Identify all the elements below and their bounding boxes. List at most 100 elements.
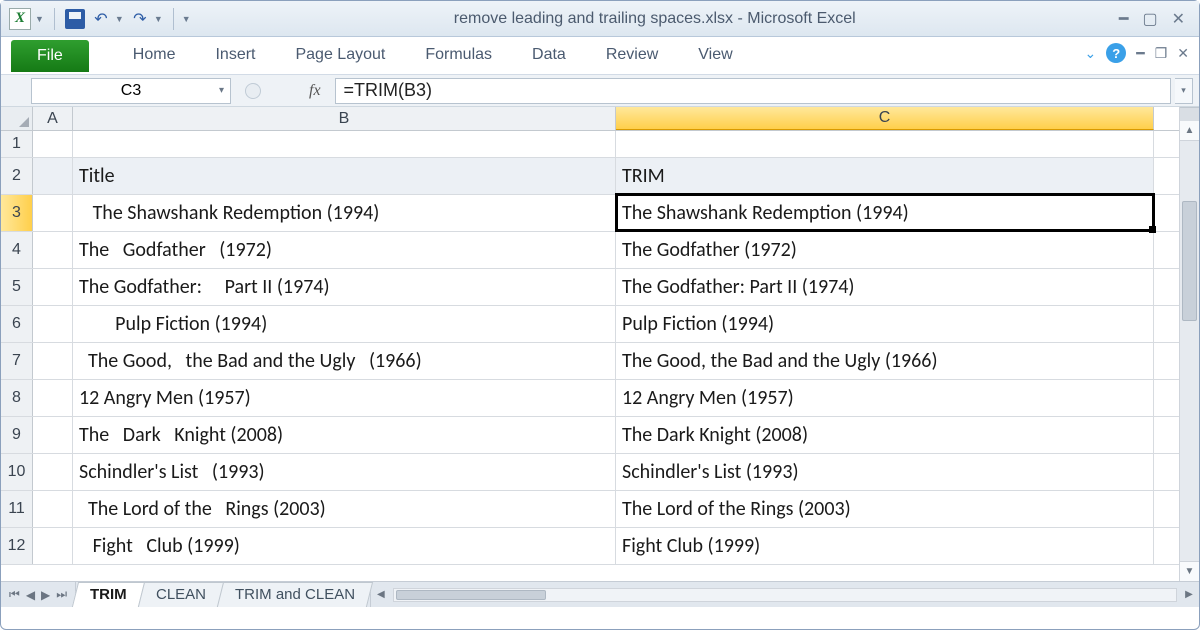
- sheet-nav-last-icon[interactable]: ⏭: [54, 587, 69, 602]
- row-header[interactable]: 11: [1, 491, 33, 527]
- undo-dropdown-icon[interactable]: ▼: [115, 14, 124, 24]
- row-header[interactable]: 5: [1, 269, 33, 305]
- mdi-close-icon[interactable]: ✕: [1177, 45, 1189, 62]
- cell[interactable]: [33, 158, 73, 194]
- cell[interactable]: The Shawshank Redemption (1994): [73, 195, 616, 231]
- cell[interactable]: [33, 269, 73, 305]
- cell[interactable]: The Good, the Bad and the Ugly (1966): [616, 343, 1154, 379]
- cell-trim-header[interactable]: TRIM: [616, 158, 1154, 194]
- sheet-nav-next-icon[interactable]: ▶: [39, 588, 52, 602]
- cell[interactable]: [33, 528, 73, 564]
- cell[interactable]: The Good, the Bad and the Ugly (1966): [73, 343, 616, 379]
- select-all-button[interactable]: [1, 107, 33, 130]
- horizontal-scrollbar[interactable]: ◀ ▶: [370, 582, 1199, 607]
- ribbon-minimize-icon[interactable]: ⌄: [1085, 45, 1097, 62]
- sheet-tab-trim[interactable]: TRIM: [72, 582, 145, 607]
- save-icon[interactable]: [65, 9, 85, 29]
- cell[interactable]: The Godfather (1972): [73, 232, 616, 268]
- redo-dropdown-icon[interactable]: ▼: [154, 14, 163, 24]
- cell[interactable]: The Godfather: Part II (1974): [73, 269, 616, 305]
- cell[interactable]: The Shawshank Redemption (1994): [616, 195, 1154, 231]
- split-handle-top[interactable]: [1180, 107, 1199, 121]
- scroll-left-icon[interactable]: ◀: [371, 589, 391, 600]
- cell[interactable]: Schindler's List (1993): [73, 454, 616, 490]
- tab-home[interactable]: Home: [113, 38, 196, 74]
- cell[interactable]: [33, 195, 73, 231]
- cell[interactable]: [33, 343, 73, 379]
- close-icon[interactable]: ✕: [1172, 9, 1185, 29]
- name-box[interactable]: C3: [31, 78, 231, 104]
- maximize-icon[interactable]: ▢: [1142, 9, 1157, 29]
- cell[interactable]: [616, 131, 1154, 157]
- cancel-formula-icon[interactable]: [245, 83, 261, 99]
- scroll-right-icon[interactable]: ▶: [1179, 589, 1199, 600]
- scroll-up-icon[interactable]: ▲: [1180, 121, 1199, 141]
- minimize-icon[interactable]: ━: [1119, 9, 1129, 29]
- cell[interactable]: The Dark Knight (2008): [616, 417, 1154, 453]
- cell[interactable]: [33, 380, 73, 416]
- cell[interactable]: The Lord of the Rings (2003): [616, 491, 1154, 527]
- sheet-tab-trim-and-clean[interactable]: TRIM and CLEAN: [217, 582, 373, 607]
- row-header[interactable]: 2: [1, 158, 33, 194]
- cell-title-header[interactable]: Title: [73, 158, 616, 194]
- formula-input[interactable]: =TRIM(B3): [335, 78, 1171, 104]
- row-header[interactable]: 1: [1, 131, 33, 157]
- excel-app-icon[interactable]: [9, 8, 31, 30]
- column-header-a[interactable]: A: [33, 107, 73, 130]
- cell[interactable]: Fight Club (1999): [616, 528, 1154, 564]
- hscroll-track[interactable]: [393, 588, 1177, 602]
- fx-icon[interactable]: fx: [265, 82, 331, 100]
- formula-bar-expand-icon[interactable]: ▾: [1175, 78, 1193, 104]
- column-header-b[interactable]: B: [73, 107, 616, 130]
- cell[interactable]: [73, 131, 616, 157]
- vertical-scrollbar[interactable]: ▲ ▼: [1179, 107, 1199, 581]
- tab-review[interactable]: Review: [586, 38, 678, 74]
- worksheet-grid[interactable]: A B C 1 2 Title TRIM 3 The Shawshank Red…: [1, 107, 1179, 581]
- cell[interactable]: Pulp Fiction (1994): [73, 306, 616, 342]
- row-header[interactable]: 8: [1, 380, 33, 416]
- sheet-nav-first-icon[interactable]: ⏮: [7, 587, 22, 602]
- hscroll-thumb[interactable]: [396, 590, 546, 600]
- row-header[interactable]: 3: [1, 195, 33, 231]
- cell[interactable]: Pulp Fiction (1994): [616, 306, 1154, 342]
- tab-data[interactable]: Data: [512, 38, 586, 74]
- tab-view[interactable]: View: [678, 38, 752, 74]
- help-icon[interactable]: ?: [1106, 43, 1126, 63]
- cell[interactable]: [33, 306, 73, 342]
- tab-page-layout[interactable]: Page Layout: [275, 38, 405, 74]
- scrollbar-track[interactable]: [1180, 141, 1199, 561]
- tab-insert[interactable]: Insert: [195, 38, 275, 74]
- sheet-tab-clean[interactable]: CLEAN: [138, 582, 224, 607]
- row-header[interactable]: 10: [1, 454, 33, 490]
- undo-icon[interactable]: ↶: [91, 10, 111, 28]
- tab-formulas[interactable]: Formulas: [405, 38, 512, 74]
- cell[interactable]: The Godfather (1972): [616, 232, 1154, 268]
- cell[interactable]: [33, 131, 73, 157]
- row-header[interactable]: 9: [1, 417, 33, 453]
- column-header-c[interactable]: C: [616, 107, 1154, 130]
- cell[interactable]: [33, 454, 73, 490]
- redo-icon[interactable]: ↷: [130, 10, 150, 28]
- cell[interactable]: [33, 232, 73, 268]
- scroll-down-icon[interactable]: ▼: [1180, 561, 1199, 581]
- row-header[interactable]: 12: [1, 528, 33, 564]
- cell[interactable]: [33, 491, 73, 527]
- cell[interactable]: [33, 417, 73, 453]
- cell[interactable]: The Dark Knight (2008): [73, 417, 616, 453]
- scrollbar-thumb[interactable]: [1182, 201, 1197, 321]
- row-header[interactable]: 4: [1, 232, 33, 268]
- file-tab[interactable]: File: [11, 40, 89, 72]
- app-menu-dropdown-icon[interactable]: ▼: [35, 14, 44, 24]
- cell[interactable]: Fight Club (1999): [73, 528, 616, 564]
- customize-qat-icon[interactable]: ▼: [182, 14, 191, 24]
- sheet-nav-prev-icon[interactable]: ◀: [24, 588, 37, 602]
- cell[interactable]: Schindler's List (1993): [616, 454, 1154, 490]
- mdi-restore-icon[interactable]: ❐: [1155, 45, 1168, 62]
- mdi-minimize-icon[interactable]: ━: [1136, 45, 1144, 62]
- cell[interactable]: 12 Angry Men (1957): [73, 380, 616, 416]
- cell[interactable]: The Lord of the Rings (2003): [73, 491, 616, 527]
- row-header[interactable]: 6: [1, 306, 33, 342]
- cell[interactable]: 12 Angry Men (1957): [616, 380, 1154, 416]
- cell[interactable]: The Godfather: Part II (1974): [616, 269, 1154, 305]
- row-header[interactable]: 7: [1, 343, 33, 379]
